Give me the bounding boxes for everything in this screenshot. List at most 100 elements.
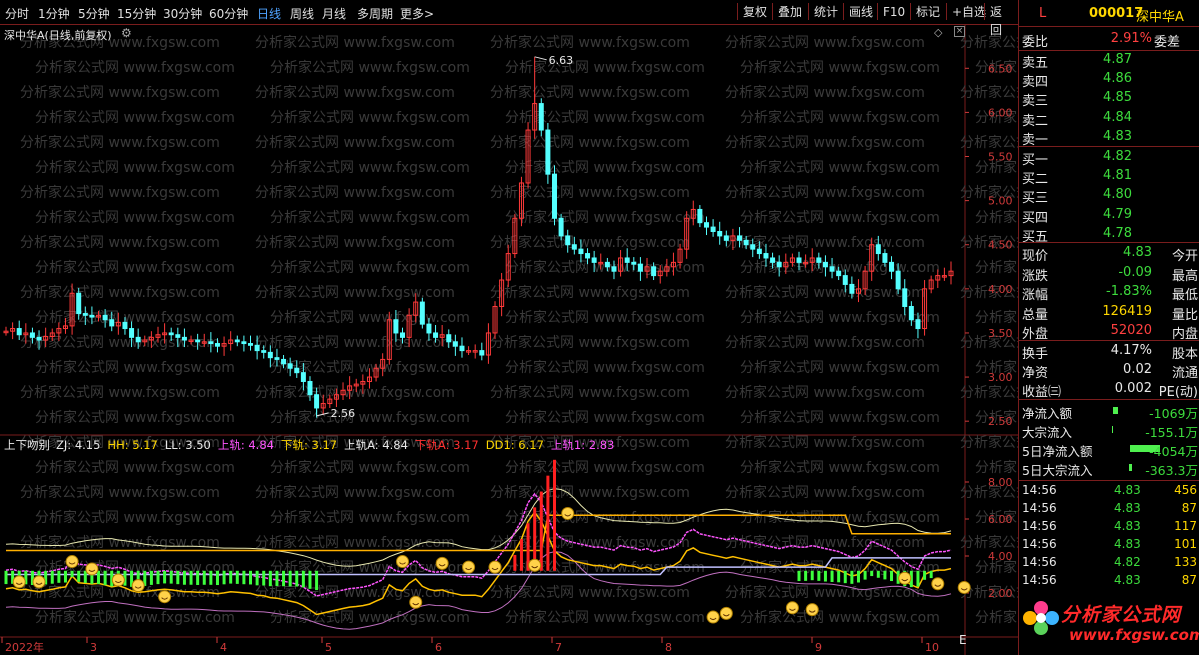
tab-5[interactable]: 60分钟 — [209, 5, 248, 22]
smiley-icon — [409, 595, 423, 609]
x-tick-label: 8 — [665, 641, 672, 654]
watermark-text: 分析家公式网 www.fxgsw.com — [505, 259, 705, 276]
tab-2[interactable]: 5分钟 — [78, 5, 110, 22]
candle-body — [902, 288, 908, 307]
hist-bar-green — [176, 570, 180, 585]
candle-body — [261, 350, 267, 353]
candle-body — [842, 275, 848, 285]
toolbar-button-1[interactable]: 叠加 — [772, 3, 807, 20]
watermark-text: 分析家公式网 www.fxgsw.com — [255, 34, 455, 51]
toolbar-button-3[interactable]: 画线 — [843, 3, 878, 20]
hist-bar-green — [63, 570, 67, 583]
candle-body — [776, 261, 782, 268]
watermark-text: 分析家公式网 www.fxgsw.com — [490, 234, 690, 251]
tab-0[interactable]: 分时 — [5, 5, 29, 22]
candle-body — [703, 222, 709, 228]
axis-scale-icon[interactable]: E — [959, 633, 967, 647]
hist-bar-green — [837, 570, 841, 583]
tab-10[interactable]: 更多> — [400, 5, 434, 22]
smiley-icon — [931, 577, 945, 591]
candle-body — [723, 235, 729, 241]
toolbar-button-5[interactable]: 标记 — [910, 3, 945, 20]
candle-body — [889, 261, 895, 272]
tab-3[interactable]: 15分钟 — [117, 5, 156, 22]
toolbar-button-2[interactable]: 统计 — [808, 3, 843, 20]
y-tick-label: 4.50 — [988, 239, 1013, 252]
hist-bar-green — [268, 570, 272, 587]
flower-logo-icon — [1023, 601, 1059, 635]
main-chart-title: 深中华A(日线,前复权) — [4, 29, 112, 42]
watermark-text: 分析家公式网 www.fxgsw.com — [740, 509, 940, 526]
watermark-text: 分析家公式网 www.fxgsw.com — [35, 109, 235, 126]
tab-4[interactable]: 30分钟 — [163, 5, 202, 22]
candle-body — [459, 345, 465, 352]
watermark-text: 分析家公式网 www.fxgsw.com — [255, 134, 455, 151]
y-tick-label: 4.00 — [988, 283, 1013, 296]
legend-item-2: LL: 3.50 — [164, 438, 211, 452]
watermark-text: 分析家公式网 www.fxgsw.com — [490, 284, 690, 301]
flow-row-3: 5日大宗流入 -363.3万 — [1022, 463, 1198, 478]
trade-row-0: 14:56 4.83 456 — [1022, 483, 1197, 497]
hist-bar-green — [929, 570, 933, 579]
watermark-text: 分析家公式网 www.fxgsw.com — [270, 159, 470, 176]
close-icon[interactable]: × — [954, 26, 965, 37]
watermark-text: 分析家公式网 www.fxgsw.com — [505, 409, 705, 426]
trade-row-5: 14:56 4.83 87 — [1022, 573, 1197, 587]
legend-item-1: HH: 5.17 — [107, 438, 158, 452]
hist-bar-green — [850, 570, 854, 584]
toolbar-button-4[interactable]: F10 — [877, 3, 910, 20]
hist-bar-green — [810, 570, 814, 581]
trade-row-1: 14:56 4.83 87 — [1022, 501, 1197, 515]
watermark-text: 分析家公式网 www.fxgsw.com — [505, 609, 705, 626]
chart-canvas[interactable]: 分析家公式网 www.fxgsw.com 分析家公式网 www.fxgsw.com… — [0, 25, 1018, 655]
watermark-text: 分析家公式网 www.fxgsw.com — [490, 384, 690, 401]
toolbar-button-0[interactable]: 复权 — [737, 3, 772, 20]
hist-bar-green — [209, 570, 213, 585]
hist-bar-green — [77, 570, 81, 582]
hist-bar-green — [4, 570, 8, 585]
ind-y-tick-label: 4.00 — [988, 550, 1013, 563]
watermark-text: 分析家公式网 www.fxgsw.com — [270, 259, 470, 276]
hist-bar-green — [817, 570, 821, 581]
candle-body — [122, 321, 128, 330]
watermark-text: 分析家公式网 www.fxgsw.com — [975, 459, 1018, 476]
smiley-icon — [898, 571, 912, 585]
ask-row-1: 卖四 4.86 — [1022, 71, 1132, 91]
hist-bar-green — [308, 570, 312, 589]
watermark-text: 分析家公式网 www.fxgsw.com — [255, 384, 455, 401]
stat2-row-1: 净资 0.02 流通 — [1022, 362, 1198, 381]
candle-body — [16, 328, 22, 336]
tab-9[interactable]: 多周期 — [357, 5, 393, 22]
toolbar-button-7[interactable]: 返回 — [984, 3, 1018, 37]
watermark-text: 分析家公式网 www.fxgsw.com — [20, 284, 220, 301]
candle-body — [756, 248, 762, 255]
watermark-text: 分析家公式网 www.fxgsw.com — [490, 334, 690, 351]
tab-1[interactable]: 1分钟 — [38, 5, 70, 22]
candle-body — [578, 248, 584, 255]
ind-y-tick-label: 2.00 — [988, 587, 1013, 600]
y-tick-label: 5.00 — [988, 195, 1013, 208]
diamond-icon[interactable]: ◇ — [934, 26, 942, 39]
watermark-text: 分析家公式网 www.fxgsw.com — [255, 184, 455, 201]
hist-bar-green — [196, 570, 200, 585]
tab-8[interactable]: 月线 — [322, 5, 346, 22]
chart-settings-icon[interactable]: ⚙ — [121, 26, 132, 40]
watermark-text: 分析家公式网 www.fxgsw.com — [270, 59, 470, 76]
x-tick-label: 2022年 — [5, 640, 44, 654]
candle-body — [895, 270, 901, 290]
candle-body — [181, 336, 187, 341]
hist-bar-green — [57, 570, 61, 583]
candle-body — [36, 336, 42, 341]
candle-body — [908, 305, 914, 321]
watermark-text: 分析家公式网 www.fxgsw.com — [490, 134, 690, 151]
hist-bar-green — [883, 570, 887, 580]
smiley-icon — [462, 560, 476, 574]
watermark-text: 分析家公式网 www.fxgsw.com — [20, 234, 220, 251]
candle-body — [433, 332, 439, 338]
hist-bar-green — [182, 570, 186, 585]
tab-7[interactable]: 周线 — [290, 5, 314, 22]
smiley-icon — [131, 579, 145, 593]
watermark-text: 分析家公式网 www.fxgsw.com — [490, 34, 690, 51]
smiley-icon — [488, 560, 502, 574]
tab-6[interactable]: 日线 — [257, 5, 281, 22]
